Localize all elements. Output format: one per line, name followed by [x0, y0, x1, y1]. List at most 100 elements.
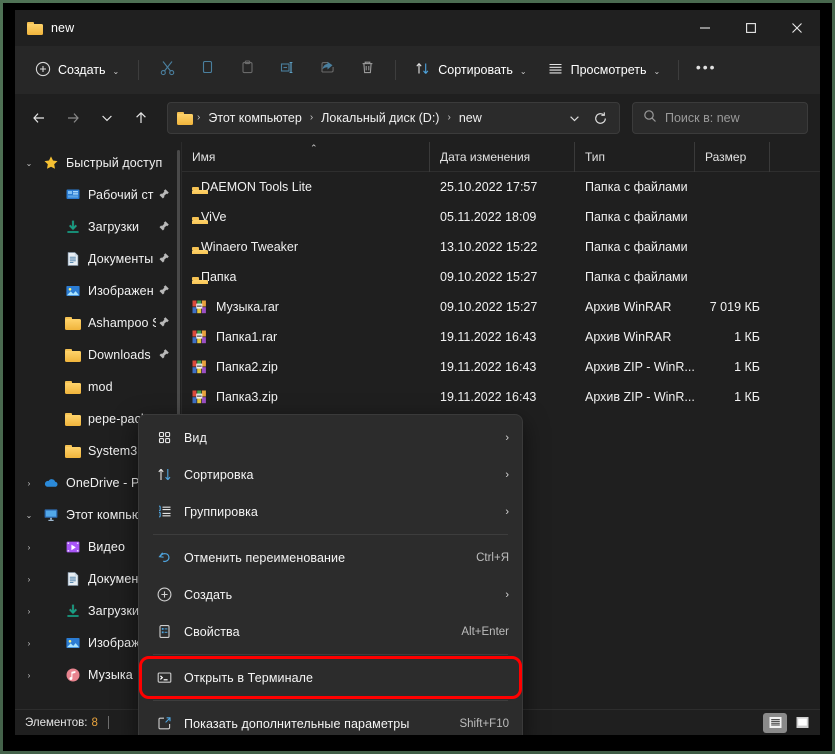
column-header-type[interactable]: Тип	[575, 142, 695, 172]
more-options-button[interactable]: •••	[688, 54, 724, 86]
menu-item-группировка[interactable]: Группировка›	[142, 493, 519, 530]
folder-icon	[177, 112, 193, 125]
pin-icon[interactable]	[158, 348, 174, 363]
sidebar-item-рабочий-ст[interactable]: Рабочий ст	[18, 179, 178, 211]
breadcrumb-separator: ›	[445, 112, 452, 123]
sidebar-item-ashampoo-s[interactable]: Ashampoo S	[18, 307, 178, 339]
folder-icon	[27, 22, 43, 35]
chevron-right-icon: ›	[505, 432, 509, 444]
copy-icon	[199, 59, 216, 81]
up-button[interactable]	[125, 102, 157, 134]
file-name-cell: Папка1.rar	[182, 330, 430, 344]
table-row[interactable]: Папка09.10.2022 15:27Папка с файлами	[182, 262, 820, 292]
chevron-right-icon[interactable]: ›	[18, 607, 40, 616]
details-view-icon[interactable]	[763, 713, 787, 733]
address-bar: › Этот компьютер › Локальный диск (D:) ›…	[15, 94, 820, 142]
table-row[interactable]: Папка1.rar19.11.2022 16:43Архив WinRAR1 …	[182, 322, 820, 352]
chevron-right-icon[interactable]: ›	[18, 671, 40, 680]
chevron-down-icon[interactable]: ⌄	[18, 511, 40, 520]
sidebar-item-изображен[interactable]: Изображен	[18, 275, 178, 307]
view-button[interactable]: Просмотреть ⌄	[538, 54, 670, 86]
winrar-archive-icon	[192, 360, 207, 374]
chevron-right-icon[interactable]: ›	[18, 543, 40, 552]
cut-button[interactable]	[148, 54, 186, 86]
sidebar-item-загрузки[interactable]: Загрузки	[18, 211, 178, 243]
breadcrumb[interactable]: › Этот компьютер › Локальный диск (D:) ›…	[167, 102, 620, 134]
large-icons-view-icon[interactable]	[790, 713, 814, 733]
refresh-icon[interactable]	[587, 105, 613, 131]
maximize-button[interactable]	[728, 10, 774, 46]
breadcrumb-item-1[interactable]: Локальный диск (D:)	[315, 108, 445, 128]
breadcrumb-separator: ›	[308, 112, 315, 123]
chevron-right-icon[interactable]: ›	[18, 575, 40, 584]
download-icon	[65, 219, 81, 235]
table-row[interactable]: ViVe05.11.2022 18:09Папка с файлами	[182, 202, 820, 232]
search-box[interactable]	[632, 102, 808, 134]
cloud-icon	[40, 475, 62, 491]
menu-item-вид[interactable]: Вид›	[142, 419, 519, 456]
breadcrumb-item-2[interactable]: new	[453, 108, 488, 128]
divider	[678, 60, 679, 80]
chevron-right-icon[interactable]: ›	[18, 639, 40, 648]
sidebar-item-быстрый-доступ[interactable]: ⌄Быстрый доступ	[18, 147, 178, 179]
menu-item-label: Свойства	[184, 625, 451, 639]
share-button[interactable]	[308, 54, 346, 86]
column-header-extra[interactable]	[770, 142, 820, 172]
close-button[interactable]	[774, 10, 820, 46]
breadcrumb-item-0[interactable]: Этот компьютер	[202, 108, 307, 128]
chevron-right-icon[interactable]: ›	[18, 479, 40, 488]
folder-icon	[62, 317, 84, 330]
sidebar-item-mod[interactable]: mod	[18, 371, 178, 403]
table-row[interactable]: Папка3.zip19.11.2022 16:43Архив ZIP - Wi…	[182, 382, 820, 412]
folder-icon	[65, 349, 81, 362]
clipboard-icon	[239, 59, 256, 81]
explorer-tab[interactable]: new	[15, 10, 86, 46]
recent-locations-button[interactable]	[91, 102, 123, 134]
winrar-archive-icon	[192, 330, 207, 344]
column-header-date[interactable]: Дата изменения	[430, 142, 575, 172]
chevron-down-icon: ⌄	[113, 67, 120, 76]
sidebar-item-label: Загрузки	[88, 220, 156, 234]
menu-item-отменить-переименование[interactable]: Отменить переименованиеCtrl+Я	[142, 539, 519, 576]
menu-item-открыть-в-терминале[interactable]: Открыть в Терминале	[142, 659, 519, 696]
sidebar-item-downloads[interactable]: Downloads	[18, 339, 178, 371]
pin-icon[interactable]	[158, 316, 174, 331]
winrar-archive-icon	[192, 300, 207, 314]
pin-icon[interactable]	[158, 220, 174, 235]
rename-button[interactable]	[268, 54, 306, 86]
file-date: 09.10.2022 15:27	[430, 300, 575, 314]
delete-button[interactable]	[348, 54, 386, 86]
menu-item-свойства[interactable]: СвойстваAlt+Enter	[142, 613, 519, 650]
file-date: 19.11.2022 16:43	[430, 390, 575, 404]
file-date: 19.11.2022 16:43	[430, 360, 575, 374]
column-header-date-label: Дата изменения	[440, 150, 530, 164]
table-row[interactable]: Музыка.rar09.10.2022 15:27Архив WinRAR7 …	[182, 292, 820, 322]
breadcrumb-dropdown-icon[interactable]	[561, 105, 587, 131]
new-button[interactable]: Создать ⌄	[25, 54, 129, 86]
sidebar-item-документы[interactable]: Документы	[18, 243, 178, 275]
grid-view-icon	[156, 429, 173, 446]
column-header-name[interactable]: Имя ⌃	[182, 142, 430, 172]
desktop-icon	[62, 187, 84, 203]
folder-icon	[65, 317, 81, 330]
pin-icon[interactable]	[158, 188, 174, 203]
search-input[interactable]	[665, 111, 797, 125]
table-row[interactable]: Папка2.zip19.11.2022 16:43Архив ZIP - Wi…	[182, 352, 820, 382]
pin-icon[interactable]	[158, 284, 174, 299]
sort-button[interactable]: Сортировать ⌄	[405, 54, 535, 86]
column-header-size[interactable]: Размер	[695, 142, 770, 172]
forward-button[interactable]	[57, 102, 89, 134]
file-name-cell: Папка	[182, 270, 430, 284]
column-header-name-label: Имя	[192, 150, 215, 164]
back-button[interactable]	[23, 102, 55, 134]
menu-item-создать[interactable]: Создать›	[142, 576, 519, 613]
pin-icon[interactable]	[158, 252, 174, 267]
menu-item-показать-дополнительные-параметры[interactable]: Показать дополнительные параметрыShift+F…	[142, 705, 519, 735]
minimize-button[interactable]	[682, 10, 728, 46]
chevron-down-icon[interactable]: ⌄	[18, 159, 40, 168]
paste-button[interactable]	[228, 54, 266, 86]
table-row[interactable]: Winaero Tweaker13.10.2022 15:22Папка с ф…	[182, 232, 820, 262]
copy-button[interactable]	[188, 54, 226, 86]
table-row[interactable]: DAEMON Tools Lite25.10.2022 17:57Папка с…	[182, 172, 820, 202]
menu-item-сортировка[interactable]: Сортировка›	[142, 456, 519, 493]
